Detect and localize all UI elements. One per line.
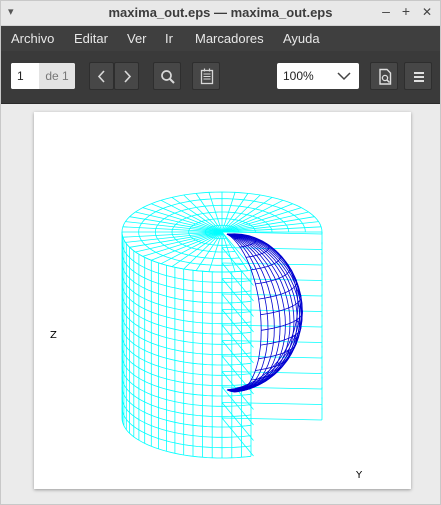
cut-face-line — [221, 293, 322, 297]
sphere-meridian — [226, 233, 303, 391]
3d-wireframe-plot — [121, 191, 323, 459]
y-axis-label: Y — [356, 470, 363, 481]
page-number-input[interactable] — [11, 63, 37, 89]
cut-face-line — [221, 402, 254, 441]
cut-face-line — [221, 324, 322, 328]
menu-ir[interactable]: Ir — [165, 31, 173, 46]
sphere-meridian — [226, 233, 302, 391]
menu-editar[interactable]: Editar — [74, 31, 108, 46]
sphere-meridian — [226, 233, 301, 391]
cut-face-line — [221, 247, 254, 286]
zoom-selector[interactable]: 100% — [277, 63, 359, 89]
document-viewer-window: ▾ maxima_out.eps — maxima_out.eps – + ✕ … — [0, 0, 441, 505]
z-axis-label: Z — [50, 330, 57, 341]
close-button[interactable]: ✕ — [420, 5, 434, 19]
menu-ayuda[interactable]: Ayuda — [283, 31, 320, 46]
cut-face-line — [221, 309, 322, 312]
window-title: maxima_out.eps — maxima_out.eps — [108, 5, 333, 20]
annotations-icon — [200, 68, 214, 85]
toolbar: de 1 — [1, 51, 440, 104]
menu-archivo[interactable]: Archivo — [11, 31, 54, 46]
maximize-button[interactable]: + — [399, 3, 413, 19]
document-area[interactable]: Z Y — [1, 104, 440, 504]
cut-face-line — [221, 402, 322, 405]
sphere-meridian — [226, 233, 303, 391]
document-page: Z Y — [34, 112, 411, 489]
print-preview-button[interactable] — [370, 62, 398, 90]
previous-page-button[interactable] — [89, 62, 114, 90]
sphere-meridian — [226, 233, 303, 391]
menu-bar: Archivo Editar Ver Ir Marcadores Ayuda — [1, 26, 440, 51]
annotations-button[interactable] — [192, 62, 220, 90]
search-icon — [161, 70, 175, 84]
minimize-button[interactable]: – — [379, 3, 393, 19]
cut-face-line — [221, 417, 322, 421]
title-bar[interactable]: ▾ maxima_out.eps — maxima_out.eps – + ✕ — [1, 1, 440, 26]
menu-marcadores[interactable]: Marcadores — [195, 31, 264, 46]
cylinder-top-wireframe — [121, 191, 323, 273]
print-preview-icon — [379, 68, 392, 85]
cut-face-line — [221, 278, 254, 317]
cut-face-line — [221, 309, 254, 348]
chevron-down-icon — [337, 72, 351, 81]
menu-ver[interactable]: Ver — [127, 31, 147, 46]
go-next-icon — [124, 70, 132, 83]
cut-face-line — [221, 340, 322, 343]
main-menu-button[interactable] — [404, 62, 432, 90]
page-selector: de 1 — [11, 63, 75, 89]
hamburger-menu-icon — [414, 72, 424, 82]
zoom-value: 100% — [283, 69, 314, 83]
go-previous-icon — [97, 70, 105, 83]
search-button[interactable] — [153, 62, 181, 90]
cut-face-line — [221, 340, 254, 379]
page-count-label: de 1 — [39, 63, 75, 89]
next-page-button[interactable] — [114, 62, 139, 90]
